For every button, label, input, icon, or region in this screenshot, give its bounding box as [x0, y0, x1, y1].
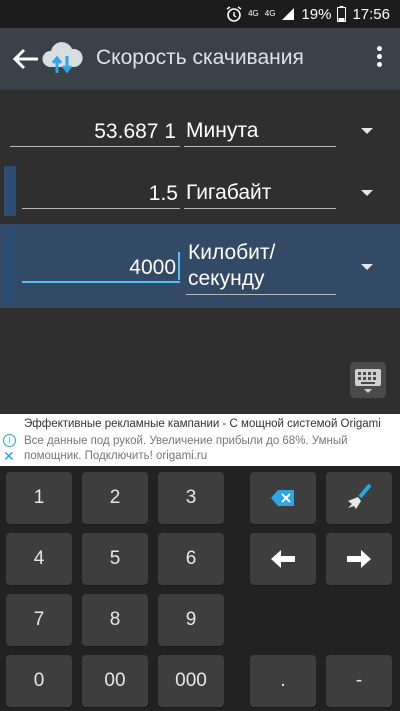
key-6[interactable]: 6	[158, 533, 224, 585]
unit-underline	[186, 294, 336, 295]
key-minus[interactable]: -	[326, 655, 392, 707]
dropdown-icon[interactable]	[361, 128, 373, 134]
key-label: 2	[109, 487, 121, 508]
key-label: 000	[175, 670, 207, 691]
backspace-button[interactable]	[250, 472, 316, 524]
key-7[interactable]: 7	[6, 594, 72, 646]
cursor-left-icon	[271, 550, 295, 568]
key-00[interactable]: 00	[82, 655, 148, 707]
dropdown-icon[interactable]	[361, 264, 373, 270]
close-icon[interactable]: ✕	[3, 448, 15, 465]
status-bar: 4G 4G 19% 17:56	[0, 0, 400, 28]
clear-brush-icon	[348, 483, 372, 509]
value-field-speed[interactable]: 4000	[22, 256, 176, 280]
cursor-left-button[interactable]	[250, 533, 316, 585]
app-bar: Скорость скачивания	[0, 28, 400, 90]
key-5[interactable]: 5	[82, 533, 148, 585]
backspace-icon	[271, 490, 294, 506]
value-underline	[22, 208, 180, 209]
key-label: 00	[104, 670, 126, 691]
clock: 17:56	[352, 5, 390, 23]
unit-line-1: Килобит/	[188, 241, 276, 264]
row-indicator	[4, 228, 16, 304]
clear-button[interactable]	[326, 472, 392, 524]
key-label: .	[280, 670, 286, 691]
key-label: 3	[185, 487, 197, 508]
row-time: 53.687 1 Минута	[0, 112, 400, 152]
network-indicator-2: 4G	[265, 10, 276, 18]
key-dot[interactable]: .	[250, 655, 316, 707]
key-label: 6	[185, 548, 197, 569]
cursor-right-icon	[347, 550, 371, 568]
back-arrow-icon[interactable]	[8, 42, 42, 76]
key-000[interactable]: 000	[158, 655, 224, 707]
unit-select-time[interactable]: Минута	[186, 118, 258, 144]
network-indicator: 4G	[248, 10, 259, 18]
key-label: 8	[109, 609, 121, 630]
key-label: 1	[33, 487, 45, 508]
battery-icon	[337, 6, 347, 22]
overflow-menu-icon[interactable]	[374, 46, 384, 72]
unit-line-2: секунду	[188, 267, 265, 290]
value-field-time[interactable]: 53.687 1	[10, 120, 176, 144]
unit-underline	[184, 208, 336, 209]
key-0[interactable]: 0	[6, 655, 72, 707]
key-8[interactable]: 8	[82, 594, 148, 646]
battery-percent: 19%	[301, 5, 332, 23]
key-1[interactable]: 1	[6, 472, 72, 524]
unit-underline	[184, 146, 336, 147]
cursor-right-button[interactable]	[326, 533, 392, 585]
ad-body[interactable]: Все данные под рукой. Увеличение прибыли…	[24, 434, 384, 464]
info-icon[interactable]: i	[3, 434, 16, 447]
key-label: 7	[33, 609, 45, 630]
unit-select-size[interactable]: Гигабайт	[186, 180, 271, 206]
row-indicator	[4, 166, 16, 216]
ad-banner[interactable]: Эффективные рекламные кампании - С мощно…	[0, 414, 400, 466]
dropdown-icon[interactable]	[361, 190, 373, 196]
unit-select-speed[interactable]: Килобит/ секунду	[188, 240, 275, 292]
ad-title[interactable]: Эффективные рекламные кампании - С мощно…	[24, 418, 381, 430]
key-4[interactable]: 4	[6, 533, 72, 585]
network-label-1: 4G	[248, 9, 259, 18]
converter-area: 53.687 1 Минута 1.5 Гигабайт 4000 Килоби…	[0, 90, 400, 414]
key-label: 9	[185, 609, 197, 630]
status-icons: 4G 4G 19% 17:56	[226, 4, 390, 24]
row-speed: 4000 Килобит/ секунду	[0, 224, 400, 308]
value-underline	[10, 146, 180, 147]
key-label: 4	[33, 548, 45, 569]
key-label: -	[355, 670, 363, 691]
signal-icon	[282, 8, 295, 20]
key-label: 5	[109, 548, 121, 569]
key-label: 0	[33, 670, 45, 691]
row-size: 1.5 Гигабайт	[0, 166, 400, 216]
keypad: 1 2 3 4 5 6 7 8 9 0 00 000 . -	[0, 466, 400, 711]
network-label-2: 4G	[264, 9, 276, 18]
key-9[interactable]: 9	[158, 594, 224, 646]
text-cursor	[178, 252, 180, 280]
page-title: Скорость скачивания	[96, 46, 304, 69]
key-3[interactable]: 3	[158, 472, 224, 524]
keyboard-icon[interactable]	[350, 362, 386, 398]
alarm-icon	[226, 6, 242, 22]
cloud-logo-icon	[42, 42, 83, 74]
value-underline-active	[22, 281, 180, 283]
key-2[interactable]: 2	[82, 472, 148, 524]
value-field-size[interactable]: 1.5	[22, 182, 178, 206]
